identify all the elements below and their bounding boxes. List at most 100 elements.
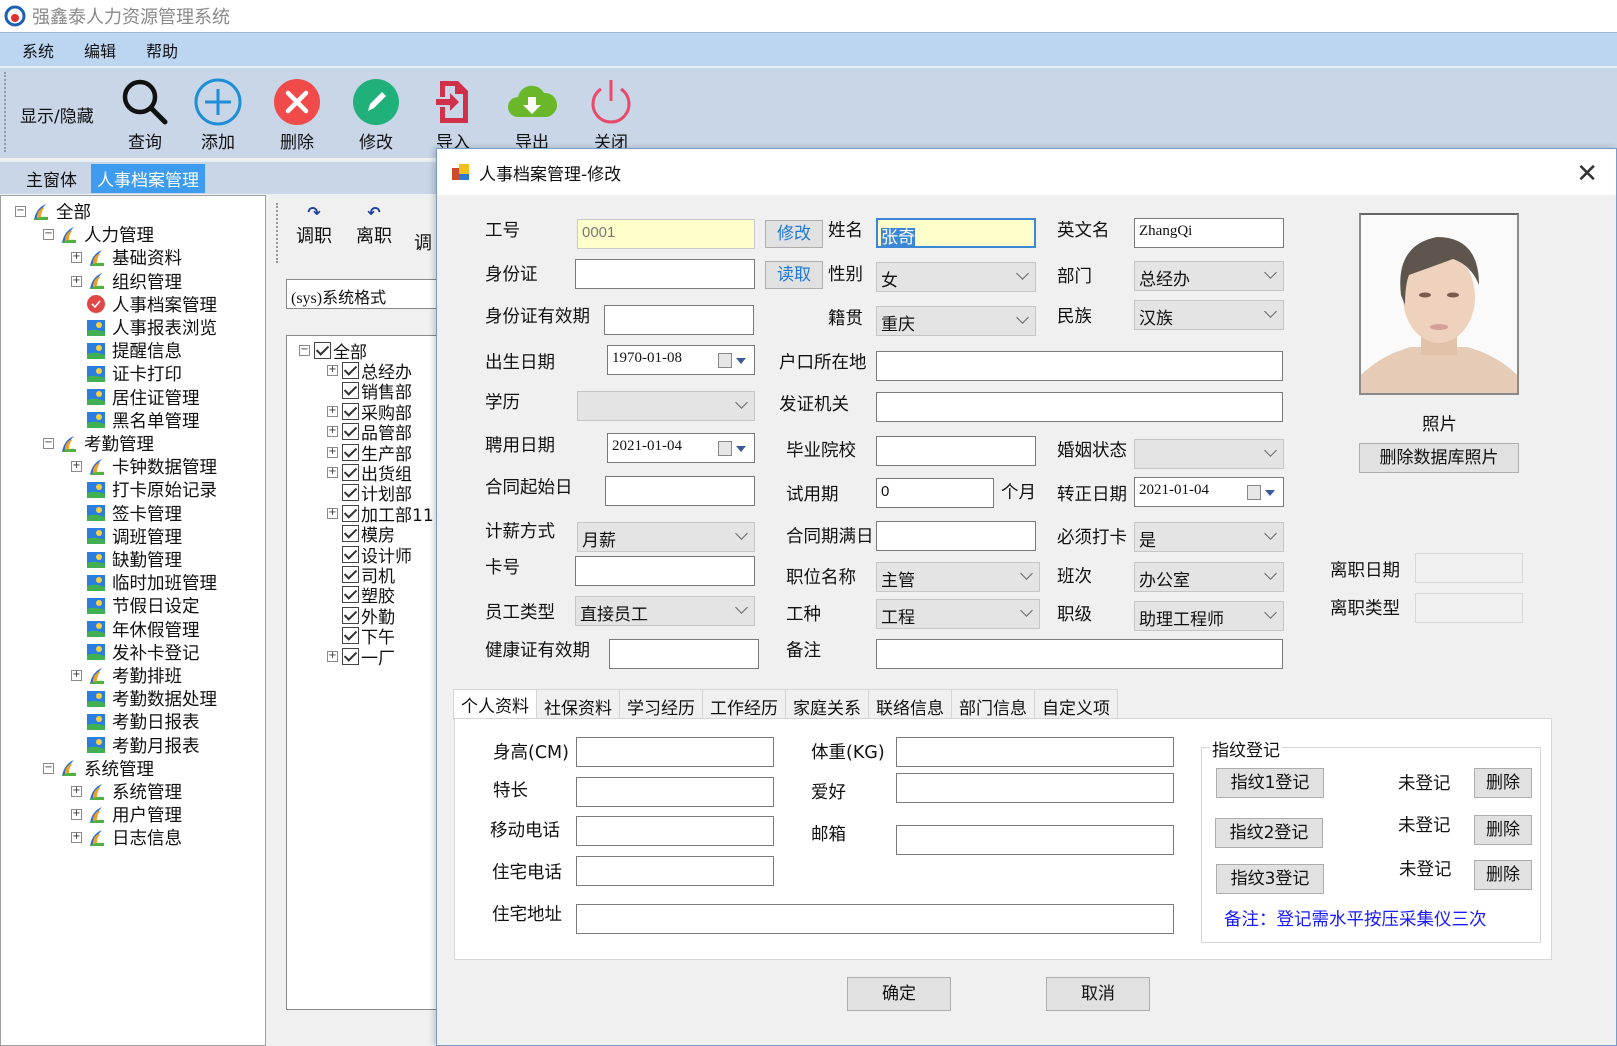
department-checkbox[interactable]: [342, 586, 359, 604]
department-checkbox[interactable]: [314, 341, 331, 359]
adjust-button[interactable]: 调: [414, 229, 432, 255]
health-valid-field[interactable]: [609, 639, 759, 669]
fingerprint1-delete-button[interactable]: 删除: [1474, 768, 1532, 798]
emp-no-field[interactable]: 0001: [577, 219, 755, 249]
email-field[interactable]: [896, 825, 1174, 855]
nav-tree-item[interactable]: 黑名单管理: [71, 409, 200, 432]
nav-tree-item[interactable]: + 基础资料: [71, 246, 182, 269]
collapse-icon[interactable]: −: [299, 344, 310, 356]
dialog-close-button[interactable]: ✕: [1576, 159, 1598, 189]
toolbar-grip[interactable]: [4, 72, 8, 152]
collapse-icon[interactable]: −: [43, 229, 54, 241]
nav-tree-item[interactable]: + 考勤排班: [71, 664, 182, 687]
collapse-icon[interactable]: −: [43, 438, 54, 449]
detail-tab[interactable]: 家庭关系: [785, 689, 869, 719]
nav-tree-item[interactable]: 调班管理: [71, 525, 182, 548]
hire-date-picker[interactable]: 2021-01-04: [607, 433, 755, 463]
nav-tree-item[interactable]: 人事档案管理: [71, 293, 217, 316]
menu-system[interactable]: 系统: [22, 38, 54, 62]
department-checkbox[interactable]: [342, 361, 359, 379]
height-field[interactable]: [576, 737, 774, 767]
collapse-icon[interactable]: −: [43, 762, 54, 774]
department-checkbox[interactable]: [342, 402, 359, 420]
weight-field[interactable]: [896, 737, 1174, 767]
leave-type-field[interactable]: [1415, 593, 1523, 623]
id-card-field[interactable]: [575, 259, 755, 289]
english-name-field[interactable]: ZhangQi: [1134, 218, 1284, 248]
birth-date-picker[interactable]: 1970-01-08: [607, 345, 755, 375]
nav-tree-item[interactable]: 打卡原始记录: [71, 478, 217, 501]
nav-tree-item[interactable]: 人事报表浏览: [71, 316, 217, 339]
expand-icon[interactable]: +: [71, 670, 82, 681]
native-select[interactable]: 重庆: [876, 306, 1036, 336]
nav-tree-item[interactable]: + 系统管理: [71, 780, 182, 803]
card-no-field[interactable]: [575, 556, 755, 586]
nav-tree-item[interactable]: 节假日设定: [71, 594, 200, 617]
department-checkbox[interactable]: [342, 606, 359, 624]
tab-personnel-records[interactable]: 人事档案管理: [91, 163, 205, 193]
nav-tree-item[interactable]: − 人力管理: [43, 223, 154, 246]
home-phone-field[interactable]: [576, 856, 774, 886]
shift-select[interactable]: 办公室: [1134, 562, 1284, 592]
nav-tree-item[interactable]: 证卡打印: [71, 362, 182, 385]
expand-icon[interactable]: +: [327, 466, 338, 478]
cancel-button[interactable]: 取消: [1046, 977, 1150, 1011]
expand-icon[interactable]: +: [327, 507, 338, 519]
expand-icon[interactable]: +: [327, 446, 338, 458]
ok-button[interactable]: 确定: [847, 977, 951, 1011]
regular-date-picker[interactable]: 2021-01-04: [1134, 477, 1284, 507]
nav-tree-item[interactable]: + 日志信息: [71, 826, 182, 849]
nav-tree-item[interactable]: 居住证管理: [71, 386, 200, 409]
hobby-field[interactable]: [896, 773, 1174, 803]
remark-field[interactable]: [876, 639, 1283, 669]
nav-tree-item[interactable]: 年休假管理: [71, 618, 200, 641]
issuer-field[interactable]: [876, 392, 1283, 422]
expand-icon[interactable]: +: [327, 650, 338, 662]
nav-tree-item[interactable]: 考勤月报表: [71, 734, 200, 757]
department-checkbox[interactable]: [342, 565, 359, 583]
department-checkbox[interactable]: [342, 443, 359, 461]
nav-tree-item[interactable]: + 卡钟数据管理: [71, 455, 217, 478]
nav-tree-item[interactable]: 提醒信息: [71, 339, 182, 362]
collapse-icon[interactable]: −: [15, 206, 26, 217]
nav-tree-item[interactable]: 考勤日报表: [71, 710, 200, 733]
expand-icon[interactable]: +: [71, 832, 82, 844]
modify-emp-no-button[interactable]: 修改: [765, 220, 823, 248]
nav-tree-item[interactable]: 签卡管理: [71, 502, 182, 525]
expand-icon[interactable]: +: [71, 461, 82, 473]
emp-type-select[interactable]: 直接员工: [575, 596, 755, 626]
detail-tab[interactable]: 部门信息: [951, 689, 1035, 719]
detail-tab[interactable]: 社保资料: [536, 689, 620, 719]
leave-date-field[interactable]: [1415, 553, 1523, 583]
department-tree-item[interactable]: + 一厂: [327, 646, 395, 669]
pay-mode-select[interactable]: 月薪: [577, 522, 755, 552]
nav-tree-item[interactable]: 发补卡登记: [71, 641, 200, 664]
nav-tree-item[interactable]: + 组织管理: [71, 270, 182, 293]
edit-button[interactable]: 修改: [341, 74, 411, 153]
expand-icon[interactable]: +: [71, 275, 82, 287]
nav-tree-item[interactable]: + 用户管理: [71, 803, 182, 826]
detail-tab[interactable]: 个人资料: [453, 689, 537, 720]
read-id-button[interactable]: 读取: [765, 261, 823, 289]
export-button[interactable]: 导出: [497, 74, 567, 153]
resign-button[interactable]: ↶ 离职: [352, 203, 396, 248]
department-checkbox[interactable]: [342, 647, 359, 665]
detail-tab[interactable]: 工作经历: [702, 689, 786, 719]
job-type-select[interactable]: 工程: [876, 599, 1040, 629]
nav-tree-item[interactable]: − 全部: [15, 200, 91, 223]
nav-tree-item[interactable]: − 考勤管理: [43, 432, 154, 455]
menu-edit[interactable]: 编辑: [84, 38, 116, 62]
department-checkbox[interactable]: [342, 627, 359, 645]
department-checkbox[interactable]: [342, 504, 359, 522]
transfer-button[interactable]: ↷ 调职: [292, 203, 336, 248]
delete-button[interactable]: 删除: [262, 74, 332, 153]
expand-icon[interactable]: +: [71, 786, 82, 797]
contract-end-field[interactable]: [876, 521, 1036, 551]
ethnic-select[interactable]: 汉族: [1134, 300, 1284, 330]
department-checkbox[interactable]: [342, 423, 359, 441]
fingerprint2-delete-button[interactable]: 删除: [1474, 815, 1532, 845]
expand-icon[interactable]: +: [327, 405, 338, 417]
import-button[interactable]: 导入: [418, 74, 488, 153]
mobile-field[interactable]: [576, 816, 774, 846]
employee-photo[interactable]: [1359, 213, 1519, 395]
